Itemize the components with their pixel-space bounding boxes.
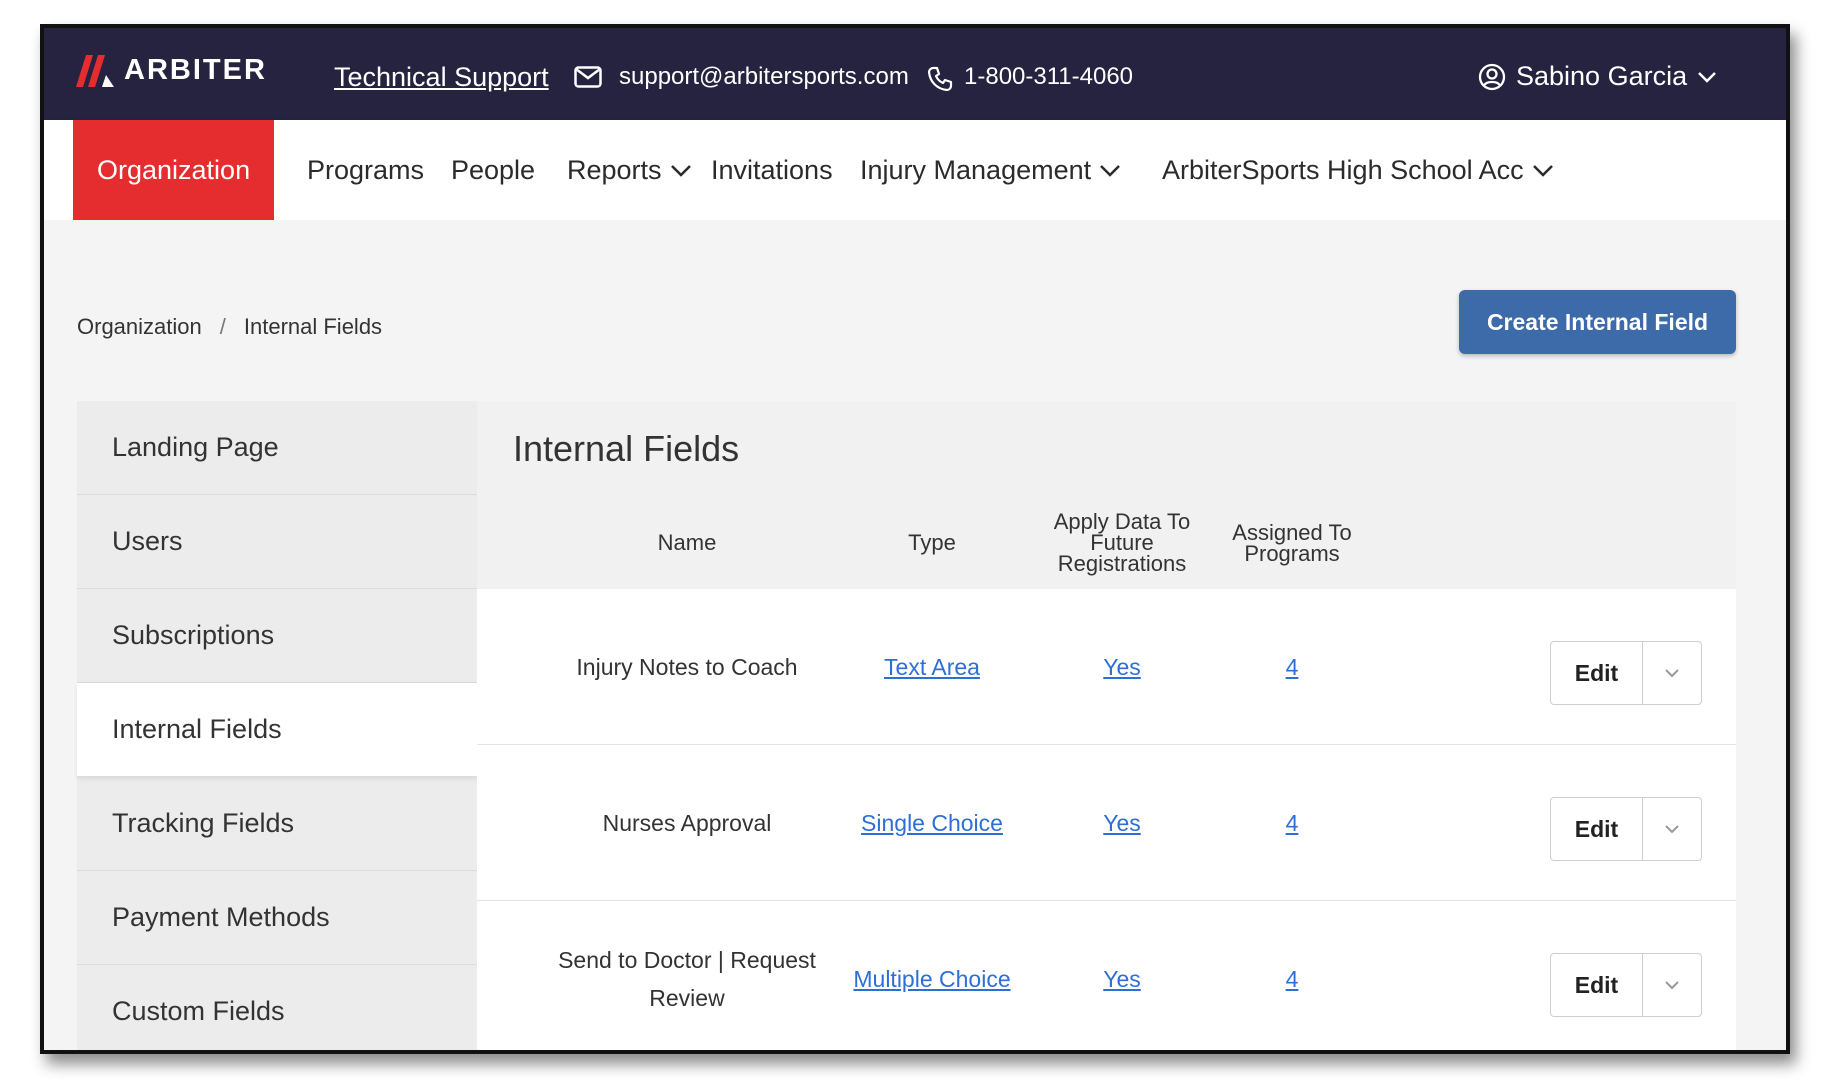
type-cell: Multiple Choice — [832, 901, 1032, 1050]
assigned-programs-link[interactable]: 4 — [1286, 960, 1299, 998]
nav-label: People — [451, 154, 536, 185]
sidebar-item-label: Landing Page — [112, 432, 279, 462]
field-name: Nurses Approval — [602, 810, 772, 836]
arbiter-logo[interactable]: ARBITER — [76, 54, 267, 87]
main-nav: Organization Programs People Reports Inv… — [44, 120, 1786, 220]
field-type-link[interactable]: Text Area — [884, 648, 980, 686]
edit-options-toggle[interactable] — [1643, 798, 1701, 860]
nav-programs[interactable]: Programs — [307, 120, 424, 220]
nav-reports[interactable]: Reports — [567, 120, 692, 220]
create-internal-field-button[interactable]: Create Internal Field — [1459, 290, 1736, 354]
apply-data-link[interactable]: Yes — [1103, 804, 1141, 842]
table-row: Injury Notes to Coach Text Area Yes 4 Ed… — [477, 589, 1736, 745]
edit-options-toggle[interactable] — [1643, 954, 1701, 1016]
edit-options-toggle[interactable] — [1643, 642, 1701, 704]
type-cell: Text Area — [832, 589, 1032, 745]
nav-people[interactable]: People — [451, 120, 535, 220]
breadcrumb-organization[interactable]: Organization — [77, 314, 202, 340]
settings-sidebar: Landing Page Users Subscriptions Interna… — [77, 401, 477, 1050]
apply-data-link[interactable]: Yes — [1103, 648, 1141, 686]
edit-split-button: Edit — [1550, 953, 1702, 1017]
breadcrumb: Organization / Internal Fields — [77, 314, 382, 340]
sidebar-item-subscriptions[interactable]: Subscriptions — [77, 589, 477, 683]
nav-injury-management[interactable]: Injury Management — [860, 120, 1121, 220]
assigned-cell: 4 — [1252, 901, 1332, 1050]
top-bar: ARBITER Technical Support support@arbite… — [44, 28, 1786, 120]
nav-invitations[interactable]: Invitations — [711, 120, 833, 220]
chevron-down-icon — [1665, 669, 1679, 678]
edit-button[interactable]: Edit — [1551, 954, 1643, 1016]
column-header-apply-data: Apply Data To Future Registrations — [1053, 509, 1191, 576]
chevron-down-icon — [1100, 164, 1121, 177]
edit-button[interactable]: Edit — [1551, 798, 1643, 860]
support-email[interactable]: support@arbitersports.com — [619, 63, 909, 91]
edit-split-button: Edit — [1550, 797, 1702, 861]
type-cell: Single Choice — [832, 745, 1032, 901]
sidebar-item-payment-methods[interactable]: Payment Methods — [77, 871, 477, 965]
user-name: Sabino Garcia — [1516, 61, 1688, 91]
internal-fields-panel: Internal Fields Name Type Apply Data To … — [477, 401, 1736, 1050]
edit-button[interactable]: Edit — [1551, 642, 1643, 704]
table-row: Nurses Approval Single Choice Yes 4 Edit — [477, 745, 1736, 901]
field-type-link[interactable]: Multiple Choice — [853, 960, 1010, 998]
assigned-cell: 4 — [1252, 589, 1332, 745]
nav-label: Invitations — [711, 154, 833, 185]
chevron-down-icon — [1698, 71, 1716, 83]
assigned-programs-link[interactable]: 4 — [1286, 648, 1299, 686]
user-icon — [1478, 63, 1506, 90]
table-header: Name Type Apply Data To Future Registrat… — [477, 496, 1736, 589]
nav-account-selector[interactable]: ArbiterSports High School Acc — [1162, 120, 1554, 220]
nav-label: ArbiterSports High School Acc — [1162, 154, 1524, 185]
sidebar-item-internal-fields[interactable]: Internal Fields — [77, 683, 477, 777]
table-row: Send to Doctor | Request Review Multiple… — [477, 901, 1736, 1050]
field-name: Injury Notes to Coach — [576, 654, 798, 680]
assigned-programs-link[interactable]: 4 — [1286, 804, 1299, 842]
page-content: Organization / Internal Fields Create In… — [44, 220, 1786, 1050]
column-header-type: Type — [908, 530, 956, 555]
sidebar-item-label: Users — [112, 526, 183, 556]
chevron-down-icon — [1665, 981, 1679, 990]
sidebar-item-tracking-fields[interactable]: Tracking Fields — [77, 777, 477, 871]
column-header-name: Name — [657, 530, 717, 555]
sidebar-item-label: Tracking Fields — [112, 808, 295, 838]
brand-name: ARBITER — [124, 54, 267, 86]
sidebar-item-landing-page[interactable]: Landing Page — [77, 401, 477, 495]
field-type-link[interactable]: Single Choice — [861, 804, 1003, 842]
technical-support-link[interactable]: Technical Support — [334, 62, 549, 93]
app-window: ARBITER Technical Support support@arbite… — [40, 24, 1790, 1054]
breadcrumb-current: Internal Fields — [243, 314, 383, 339]
breadcrumb-separator: / — [219, 314, 226, 339]
panel-title: Internal Fields — [477, 401, 1736, 496]
mail-icon — [574, 66, 602, 88]
nav-label: Organization — [97, 154, 251, 185]
chevron-down-icon — [1532, 164, 1553, 177]
chevron-down-icon — [1665, 825, 1679, 834]
sidebar-item-label: Payment Methods — [112, 902, 330, 932]
nav-label: Injury Management — [860, 154, 1092, 185]
nav-label: Reports — [567, 154, 662, 185]
sidebar-item-label: Internal Fields — [112, 714, 282, 744]
user-menu[interactable]: Sabino Garcia — [1478, 61, 1717, 92]
edit-split-button: Edit — [1550, 641, 1702, 705]
chevron-down-icon — [670, 164, 691, 177]
column-header-assigned: Assigned To Programs — [1232, 519, 1352, 566]
apply-data-link[interactable]: Yes — [1103, 960, 1141, 998]
sidebar-item-custom-fields[interactable]: Custom Fields — [77, 965, 477, 1050]
sidebar-item-label: Custom Fields — [112, 996, 285, 1026]
assigned-cell: 4 — [1252, 745, 1332, 901]
nav-label: Programs — [307, 154, 425, 185]
apply-cell: Yes — [1052, 589, 1192, 745]
phone-icon — [927, 66, 953, 92]
support-phone[interactable]: 1-800-311-4060 — [964, 63, 1133, 91]
sidebar-item-label: Subscriptions — [112, 620, 275, 650]
arbiter-logo-icon — [76, 54, 114, 87]
field-name: Send to Doctor | Request Review — [558, 947, 816, 1011]
sidebar-item-users[interactable]: Users — [77, 495, 477, 589]
apply-cell: Yes — [1052, 901, 1192, 1050]
apply-cell: Yes — [1052, 745, 1192, 901]
nav-organization[interactable]: Organization — [73, 120, 275, 220]
